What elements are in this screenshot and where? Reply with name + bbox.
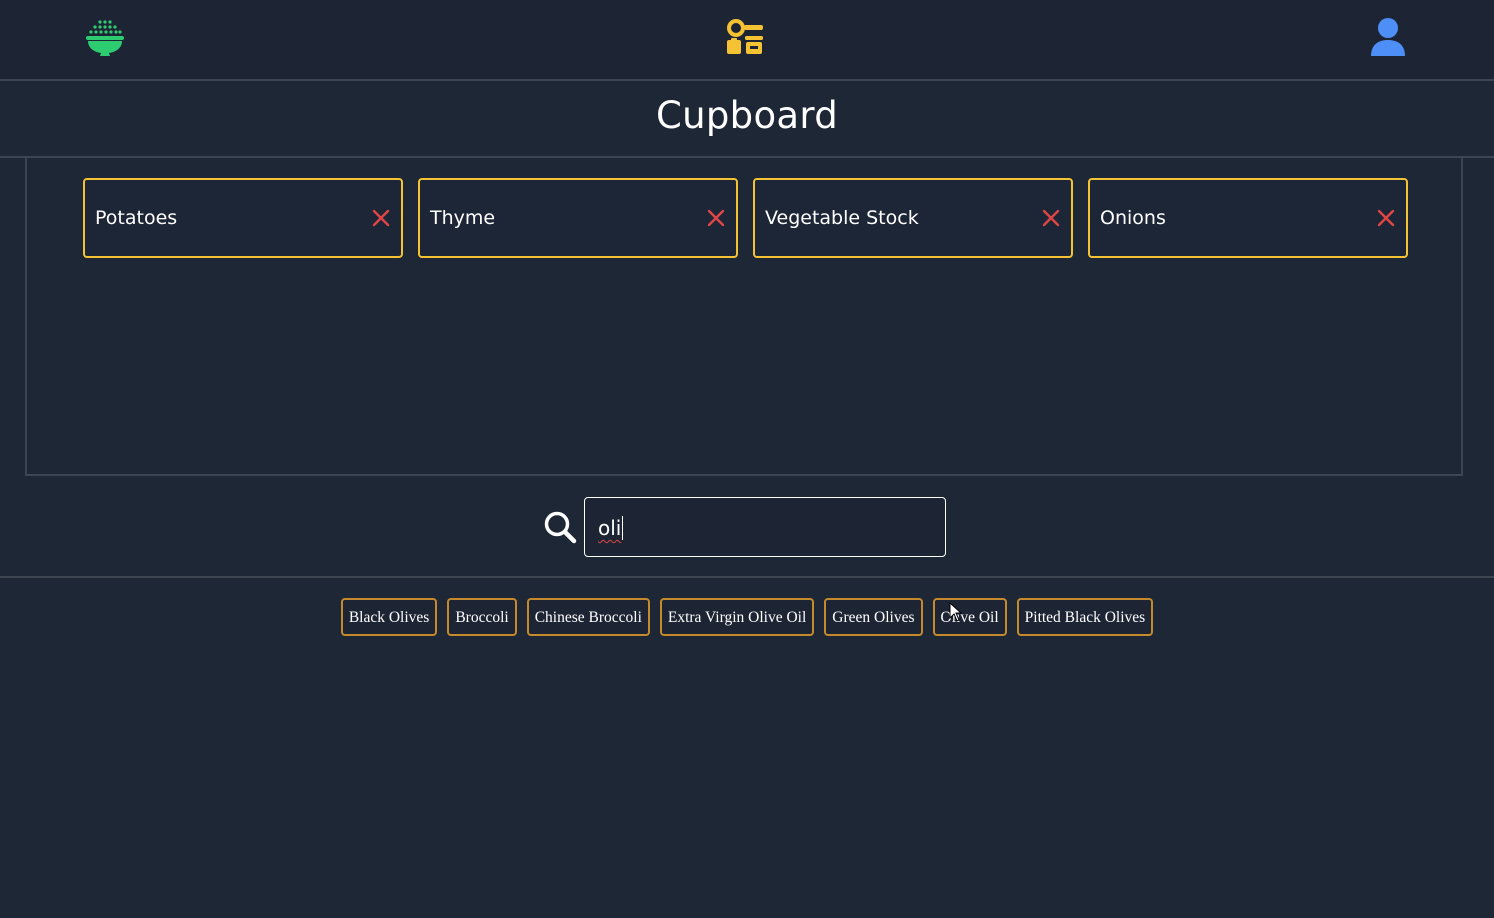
cupboard-item-label: Onions <box>1100 207 1166 229</box>
suggestion-list: Black Olives Broccoli Chinese Broccoli E… <box>0 598 1494 638</box>
cupboard-item-label: Vegetable Stock <box>765 207 919 229</box>
cupboard-icon[interactable] <box>723 16 767 60</box>
suggestion-chip[interactable]: Black Olives <box>340 598 438 636</box>
close-icon[interactable] <box>1041 208 1061 228</box>
suggestion-chip[interactable]: Broccoli <box>447 598 517 636</box>
cupboard-item: Thyme <box>418 178 738 258</box>
cupboard-item: Potatoes <box>83 178 403 258</box>
suggestion-chip[interactable]: Green Olives <box>824 598 923 636</box>
search-input[interactable] <box>584 497 946 557</box>
search-icon <box>543 510 577 544</box>
suggestion-chip[interactable]: Chinese Broccoli <box>526 598 650 636</box>
title-bar: Cupboard <box>0 81 1494 158</box>
cupboard-item: Vegetable Stock <box>753 178 1073 258</box>
rice-bowl-icon[interactable] <box>83 16 127 60</box>
suggestion-chip[interactable]: Olive Oil <box>932 598 1007 636</box>
suggestion-chip[interactable]: Pitted Black Olives <box>1016 598 1154 636</box>
cupboard-panel: Potatoes Thyme Vegetable Stock Onions <box>25 158 1463 476</box>
top-nav-bar <box>0 0 1494 81</box>
user-icon[interactable] <box>1366 16 1410 60</box>
cupboard-item-label: Potatoes <box>95 207 178 229</box>
search-row <box>0 478 1494 578</box>
page-title: Cupboard <box>655 94 839 137</box>
cupboard-item-label: Thyme <box>430 207 496 229</box>
close-icon[interactable] <box>371 208 391 228</box>
close-icon[interactable] <box>1376 208 1396 228</box>
close-icon[interactable] <box>706 208 726 228</box>
cupboard-item: Onions <box>1088 178 1408 258</box>
suggestion-chip[interactable]: Extra Virgin Olive Oil <box>659 598 815 636</box>
